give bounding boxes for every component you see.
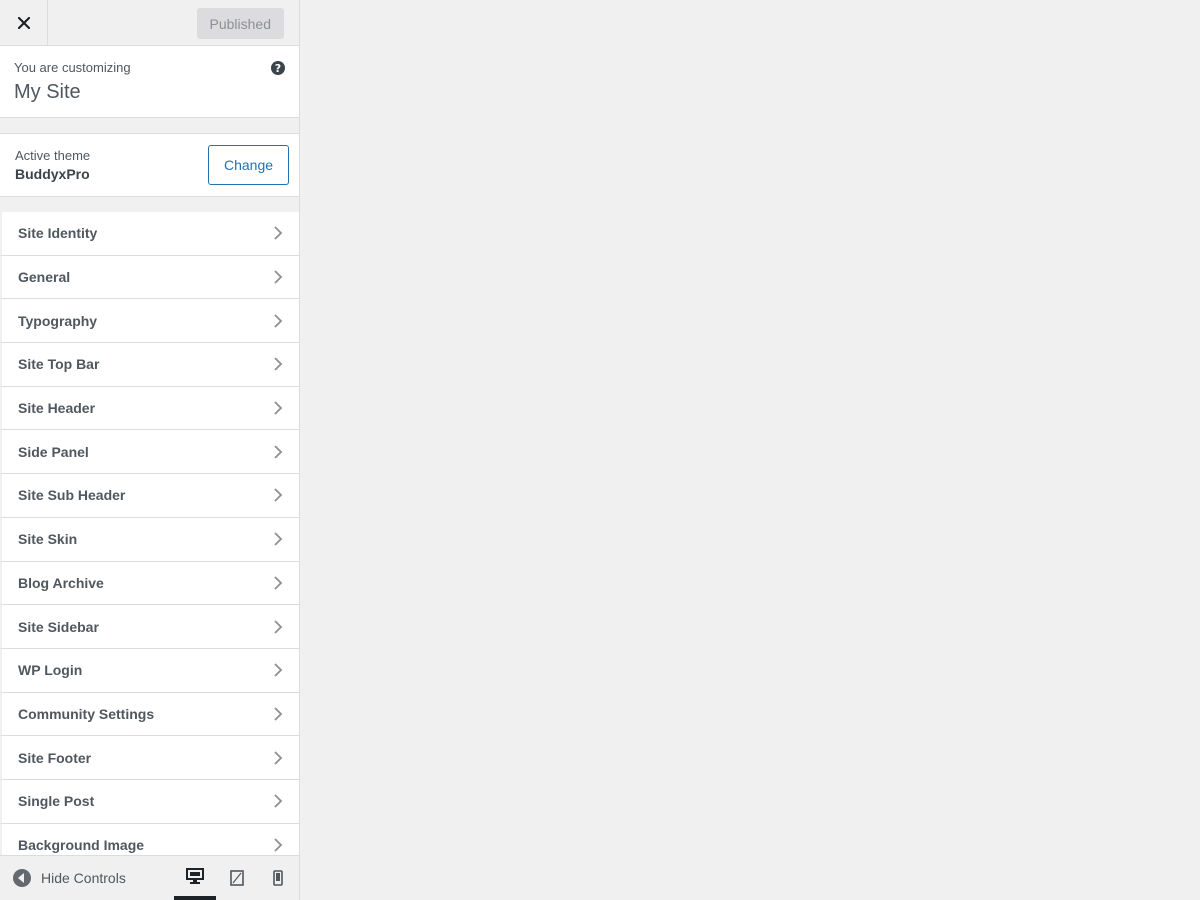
chevron-right-icon [274,707,283,721]
customizer-info: You are customizing My Site ? [0,46,299,118]
section-item[interactable]: Site Sidebar [0,605,299,649]
tablet-icon [230,870,244,886]
mobile-icon [273,870,283,886]
chevron-right-icon [274,401,283,415]
section-label: Blog Archive [18,574,104,591]
chevron-right-icon [274,619,283,634]
chevron-right-icon [274,357,283,372]
section-item[interactable]: Site Skin [0,517,299,562]
section-item[interactable]: Community Settings [0,692,299,737]
section-label: Site Top Bar [18,356,100,373]
section-label: Site Sidebar [18,618,99,635]
section-label: Site Skin [18,531,78,548]
desktop-icon [186,868,204,884]
section-label: Site Footer [18,749,92,766]
section-item[interactable]: Site Header [0,386,299,431]
customizer-footer: Hide Controls [0,855,299,900]
chevron-right-icon [274,270,283,284]
section-item[interactable]: Site Identity [0,212,299,256]
section-label: Site Header [18,400,96,417]
section-label: WP Login [18,662,83,679]
hide-controls-button[interactable]: Hide Controls [13,856,126,900]
chevron-right-icon [274,794,283,808]
device-mobile-button[interactable] [257,856,299,900]
section-label: Site Identity [18,225,98,242]
publish-button[interactable]: Published [196,8,284,39]
section-item[interactable]: General [0,255,299,300]
hide-controls-label: Hide Controls [41,870,126,886]
section-item[interactable]: Blog Archive [0,561,299,606]
section-item[interactable]: Side Panel [0,430,299,475]
chevron-right-icon [274,488,283,503]
section-list: Site Identity General Typography Site Top B… [0,212,299,868]
customizing-label: You are customizing [14,60,131,75]
section-label: General [18,269,71,286]
close-icon [17,16,30,29]
active-theme-panel: Active theme BuddyxPro Change [0,133,299,197]
help-icon[interactable]: ? [271,61,285,75]
customizer-sidebar: Published You are customizing My Site ? … [0,0,300,900]
device-tablet-button[interactable] [216,856,258,900]
device-desktop-button[interactable] [174,856,216,900]
section-item[interactable]: Site Top Bar [0,343,299,387]
chevron-right-icon [274,663,283,677]
section-item[interactable]: Single Post [0,779,299,824]
section-label: Side Panel [18,443,89,460]
section-label: Community Settings [18,705,155,722]
close-button[interactable] [0,0,48,45]
spacer [0,197,299,212]
section-label: Background Image [18,836,145,853]
section-item[interactable]: WP Login [0,648,299,693]
chevron-right-icon [274,838,283,852]
collapse-arrow-icon [13,869,31,887]
section-label: Site Sub Header [18,487,126,504]
chevron-right-icon [274,314,283,328]
section-item[interactable]: Site Sub Header [0,474,299,518]
section-label: Typography [18,312,98,329]
chevron-right-icon [274,750,283,765]
section-item[interactable]: Site Footer [0,736,299,780]
section-label: Single Post [18,793,95,810]
chevron-right-icon [274,576,283,590]
chevron-right-icon [274,532,283,546]
chevron-right-icon [274,226,283,240]
chevron-right-icon [274,445,283,459]
change-theme-button[interactable]: Change [208,145,289,185]
site-title: My Site [14,81,81,103]
customizer-header: Published [0,0,299,46]
section-item[interactable]: Typography [0,299,299,344]
spacer [0,118,299,133]
